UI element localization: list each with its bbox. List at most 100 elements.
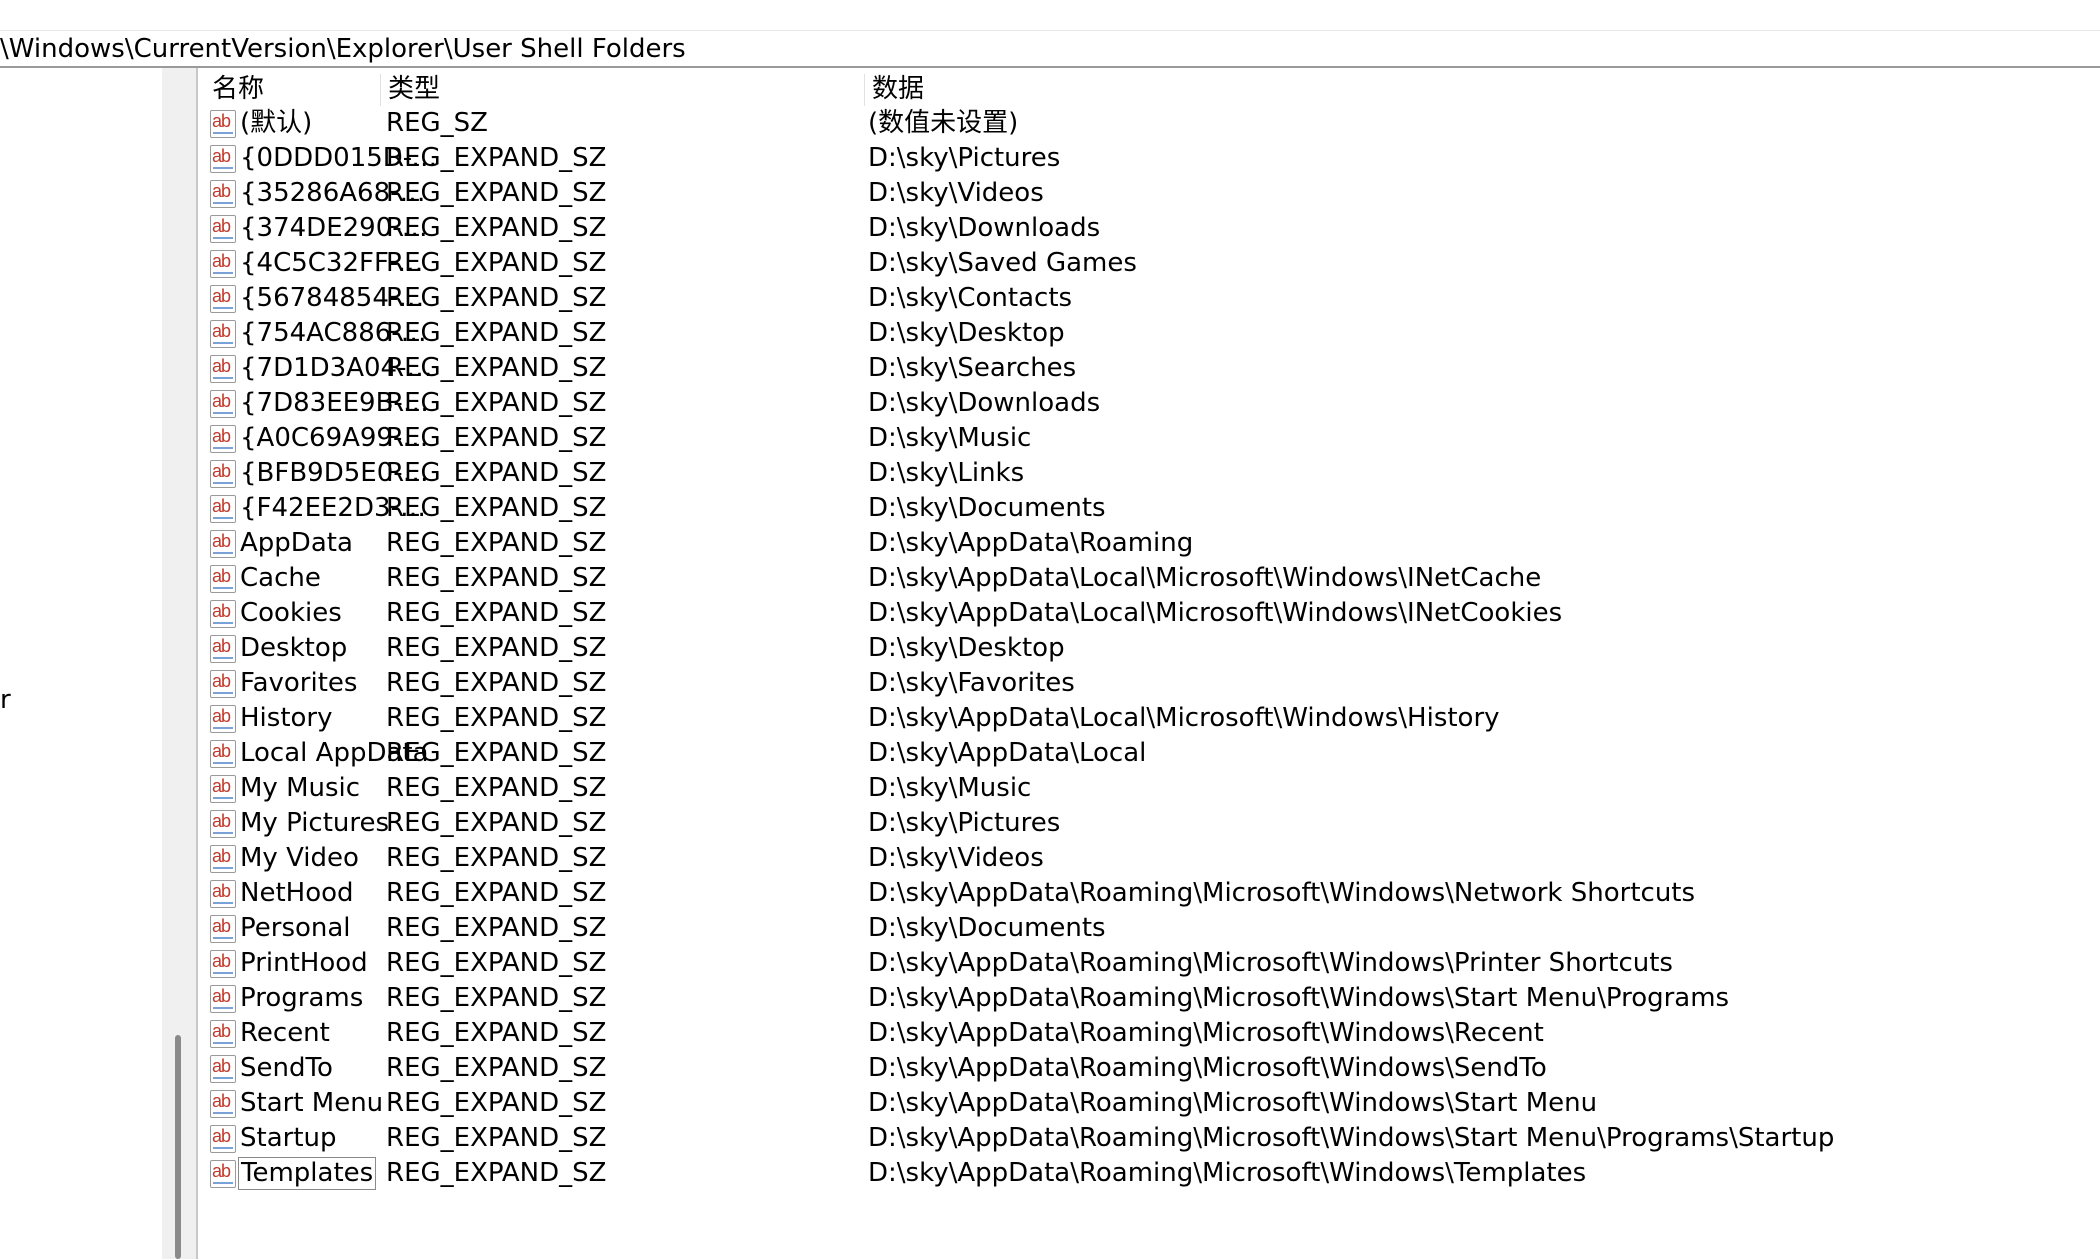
value-name: History [240,703,333,733]
registry-value-row[interactable]: ab Templates REG_EXPAND_SZ D:\sky\AppData\R… [204,1156,2100,1191]
value-name: Programs [240,983,364,1013]
value-data: D:\sky\AppData\Roaming\Microsoft\Windows… [868,948,1673,978]
key-tree-pane[interactable]: r [0,68,162,1259]
value-data: D:\sky\Links [868,458,1025,488]
string-value-icon: ab [210,1124,236,1153]
registry-value-row[interactable]: ab (默认) REG_SZ (数值未设置) [204,106,2100,141]
string-value-icon: ab [210,424,236,453]
value-data: D:\sky\Music [868,423,1032,453]
value-list-pane[interactable]: 名称 类型 数据 ab (默认) REG_SZ (数值未设置) ab {0DDD015D-… [204,68,2100,1259]
string-value-icon: ab [210,1054,236,1083]
value-name: Recent [240,1018,330,1048]
value-data: D:\sky\Desktop [868,633,1065,663]
registry-value-row[interactable]: ab My Video REG_EXPAND_SZ D:\sky\Videos [204,841,2100,876]
registry-value-row[interactable]: ab AppData REG_EXPAND_SZ D:\sky\AppData\Roa… [204,526,2100,561]
registry-value-row[interactable]: ab{4C5C32FF-BB9...REG_EXPAND_SZD:\sky\Sa… [204,246,2100,281]
value-data: D:\sky\Pictures [868,143,1061,173]
string-value-icon: ab [210,109,236,138]
registry-value-row[interactable]: ab{BFB9D5E0-C6A...REG_EXPAND_SZD:\sky\Li… [204,456,2100,491]
value-data: D:\sky\Documents [868,493,1106,523]
value-data: D:\sky\AppData\Local\Microsoft\Windows\I… [868,598,1563,628]
string-value-icon: ab [210,984,236,1013]
registry-value-row[interactable]: ab Start Menu REG_EXPAND_SZ D:\sky\AppData\… [204,1086,2100,1121]
registry-value-row[interactable]: ab Recent REG_EXPAND_SZ D:\sky\AppData\Roam… [204,1016,2100,1051]
registry-value-row[interactable]: ab{7D83EE9B-224...REG_EXPAND_SZD:\sky\Do… [204,386,2100,421]
value-name: NetHood [240,878,354,908]
value-name: PrintHood [240,948,368,978]
registry-value-row[interactable]: ab Programs REG_EXPAND_SZ D:\sky\AppData\Ro… [204,981,2100,1016]
value-data: D:\sky\Videos [868,843,1044,873]
value-name: Cookies [240,598,342,628]
registry-value-row[interactable]: ab{A0C69A99-21C...REG_EXPAND_SZD:\sky\Mu… [204,421,2100,456]
string-value-icon: ab [210,144,236,173]
string-value-icon: ab [210,914,236,943]
string-value-icon: ab [210,949,236,978]
registry-value-row[interactable]: ab My Music REG_EXPAND_SZ D:\sky\Music [204,771,2100,806]
registry-value-row[interactable]: ab My Pictures REG_EXPAND_SZ D:\sky\Picture… [204,806,2100,841]
string-value-icon: ab [210,319,236,348]
string-value-icon: ab [210,704,236,733]
value-name: Start Menu [240,1088,384,1118]
string-value-icon: ab [210,1089,236,1118]
string-value-icon: ab [210,214,236,243]
registry-value-row[interactable]: ab{754AC886-DF6...REG_EXPAND_SZD:\sky\De… [204,316,2100,351]
value-data: D:\sky\AppData\Roaming\Microsoft\Windows… [868,1018,1544,1048]
value-data: D:\sky\Searches [868,353,1077,383]
string-value-icon: ab [210,459,236,488]
value-name: Personal [240,913,351,943]
registry-value-row[interactable]: ab Favorites REG_EXPAND_SZ D:\sky\Favorites [204,666,2100,701]
value-data: D:\sky\Contacts [868,283,1073,313]
column-header-data[interactable]: 数据 [864,72,2100,106]
column-header-row: 名称 类型 数据 [204,72,2100,106]
string-value-icon: ab [210,529,236,558]
registry-value-row[interactable]: ab{7D1D3A04-DE...REG_EXPAND_SZD:\sky\Sea… [204,351,2100,386]
registry-value-row[interactable]: ab{F42EE2D3-909...REG_EXPAND_SZD:\sky\Do… [204,491,2100,526]
value-data: D:\sky\AppData\Roaming\Microsoft\Windows… [868,878,1696,908]
string-value-icon: ab [210,774,236,803]
value-data: D:\sky\Videos [868,178,1044,208]
value-data: D:\sky\AppData\Roaming\Microsoft\Windows… [868,1123,1835,1153]
column-header-name[interactable]: 名称 [204,72,380,106]
value-name: Templates [238,1157,377,1190]
registry-value-row[interactable]: ab{0DDD015D-B0...REG_EXPAND_SZD:\sky\Pic… [204,141,2100,176]
registry-value-row[interactable]: ab History REG_EXPAND_SZ D:\sky\AppData\Loc… [204,701,2100,736]
registry-value-row[interactable]: ab Desktop REG_EXPAND_SZ D:\sky\Desktop [204,631,2100,666]
value-data: D:\sky\Music [868,773,1032,803]
value-data: D:\sky\Downloads [868,213,1101,243]
registry-value-row[interactable]: ab Cache REG_EXPAND_SZ D:\sky\AppData\Local… [204,561,2100,596]
registry-value-row[interactable]: ab{374DE290-123...REG_EXPAND_SZD:\sky\Do… [204,211,2100,246]
string-value-icon: ab [210,284,236,313]
string-value-icon: ab [210,1019,236,1048]
value-name: My Video [240,843,359,873]
string-value-icon: ab [210,739,236,768]
registry-value-row[interactable]: ab SendTo REG_EXPAND_SZ D:\sky\AppData\Roam… [204,1051,2100,1086]
string-value-icon: ab [210,809,236,838]
value-data: D:\sky\AppData\Roaming\Microsoft\Windows… [868,1158,1587,1188]
value-name: Startup [240,1123,337,1153]
string-value-icon: ab [210,564,236,593]
registry-value-row[interactable]: ab Local AppData REG_EXPAND_SZ D:\sky\AppDa… [204,736,2100,771]
value-data: D:\sky\AppData\Local\Microsoft\Windows\I… [868,563,1542,593]
value-data: D:\sky\AppData\Roaming [868,528,1194,558]
value-name: Favorites [240,668,358,698]
registry-value-row[interactable]: ab{56784854-C6C...REG_EXPAND_SZD:\sky\Co… [204,281,2100,316]
column-header-type[interactable]: 类型 [380,72,864,106]
string-value-icon: ab [210,249,236,278]
registry-value-row[interactable]: ab Cookies REG_EXPAND_SZ D:\sky\AppData\Loc… [204,596,2100,631]
string-value-icon: ab [210,634,236,663]
tree-scrollbar-thumb[interactable] [175,1035,181,1259]
registry-value-row[interactable]: ab Startup REG_EXPAND_SZ D:\sky\AppData\Roa… [204,1121,2100,1156]
value-data: D:\sky\Downloads [868,388,1101,418]
tree-item-fragment[interactable]: r [0,683,11,717]
registry-value-row[interactable]: ab NetHood REG_EXPAND_SZ D:\sky\AppData\Roa… [204,876,2100,911]
value-data: D:\sky\Favorites [868,668,1075,698]
value-name: Cache [240,563,321,593]
registry-value-row[interactable]: ab Personal REG_EXPAND_SZ D:\sky\Documents [204,911,2100,946]
string-value-icon: ab [210,494,236,523]
value-data: D:\sky\Pictures [868,808,1061,838]
registry-value-row[interactable]: ab PrintHood REG_EXPAND_SZ D:\sky\AppData\R… [204,946,2100,981]
value-data: D:\sky\AppData\Roaming\Microsoft\Windows… [868,1088,1598,1118]
address-bar[interactable]: \Windows\CurrentVersion\Explorer\User Sh… [0,32,2100,68]
value-name: SendTo [240,1053,333,1083]
registry-value-row[interactable]: ab{35286A68-3C5...REG_EXPAND_SZD:\sky\Vi… [204,176,2100,211]
